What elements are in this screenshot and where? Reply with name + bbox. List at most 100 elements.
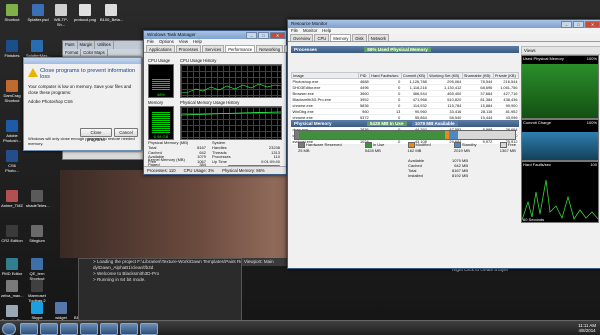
shortcut-icon [105,4,117,16]
desktop-icon[interactable]: CR2 Edition [1,225,23,243]
cpu-usage-fill [152,79,170,91]
shortcut-icon [31,302,43,314]
start-button[interactable] [2,323,16,335]
desktop-icon-label: shadeTeles... [26,203,50,208]
legend-name: In Use [372,142,385,148]
tab-memory[interactable]: Memory [330,34,352,41]
graph-value: 100 [590,162,597,167]
taskbar-button[interactable] [60,323,78,335]
shortcut-icon [31,280,43,292]
column-header[interactable]: Shareable (KB) [461,72,494,79]
dialog-program: Adobe Photoshop CS6 [28,99,73,104]
taskbar-button[interactable] [100,323,118,335]
views-header[interactable]: Views [521,46,600,55]
taskbar-button[interactable] [140,323,158,335]
warning-icon [28,68,38,77]
taskbar-button[interactable] [80,323,98,335]
legend-value: 2019 MB [453,148,470,153]
taskbar-button[interactable] [40,323,58,335]
tab-services[interactable]: Services [202,45,225,52]
tab-network[interactable]: Network [367,34,389,41]
shortcut-icon [6,225,18,237]
desktop-icon[interactable]: Adobe Photosh... [1,120,23,143]
desktop-icon[interactable]: SplatterMas... [26,40,51,58]
legend-item: Standby 2019 MB [453,142,477,153]
desktop-icon[interactable]: Stinglum [26,225,48,243]
tab-disk[interactable]: Disk [352,34,367,41]
legend-item: Hardware Reserved 25 MB [298,142,342,153]
minimize-button[interactable]: – [246,32,257,39]
status-cpu: CPU Usage: 3% [183,168,215,173]
desktop-icon[interactable]: QE_tern Shortcut [26,258,48,281]
tab-paint[interactable]: Paint [63,41,78,49]
memory-meter: 6.58 GB [148,106,174,140]
taskbar-button[interactable] [120,323,138,335]
task-manager-window: Windows Task Manager – □ ✕ File Options … [143,30,302,175]
tab-margin[interactable]: Margin [78,41,96,49]
desktop-icon[interactable]: PMD Editor [1,258,23,276]
physical-memory-section-header[interactable]: Physical Memory 5428 MB In Use 1079 MB A… [291,120,519,127]
tab-applications[interactable]: Applications [146,45,175,52]
graph-value: 100% [586,56,597,61]
tab-overview[interactable]: Overview [290,34,314,41]
dialog-heading: Close programs to prevent information lo… [24,64,141,82]
shortcut-icon [55,4,67,16]
desktop-icon[interactable]: Skype [26,302,48,320]
shortcut-icon [79,4,91,16]
desktop-icon[interactable]: DamCrag Shortcut [1,80,23,103]
tab-utilities[interactable]: Utilities [95,41,114,49]
system-clock[interactable]: 11:11 AM 4/8/2014 [578,323,596,333]
low-memory-dialog: Close programs to prevent information lo… [23,57,142,151]
desktop-icon[interactable]: CS6 Photo... [1,150,23,173]
shortcut-icon [31,190,43,202]
shortcut-icon [31,225,43,237]
resource-monitor-titlebar[interactable]: Resource Monitor – □ ✕ [288,20,600,28]
close-button[interactable]: ✕ [270,32,285,39]
desktop-icon[interactable]: Anime_TMZ [1,190,23,208]
desktop-icon[interactable]: widget [50,302,72,320]
cpu-usage-value: 48% [156,92,165,97]
desktop-icon[interactable]: Splatter.psd [27,4,49,22]
graph-footer: 60 Seconds [523,217,545,222]
desktop-icon[interactable]: Shortcut [1,4,23,22]
desktop-icon[interactable]: Marmoset Toolbag 2 [26,280,48,303]
desktop-icon[interactable]: Finishes [1,40,23,58]
tab-processes[interactable]: Processes [175,45,202,52]
graph-value: 100% [586,120,597,125]
desktop-icon[interactable]: zelva_max... [1,280,23,298]
legend-name: Standby [461,142,477,148]
graph-fill [522,64,598,118]
shortcut-icon [6,120,18,132]
column-header[interactable]: Private (KB) [492,72,520,79]
maximize-button[interactable]: □ [573,21,584,28]
task-manager-titlebar[interactable]: Windows Task Manager – □ ✕ [144,31,286,39]
tab-cpu[interactable]: CPU [314,34,330,41]
cpu-usage-meter: 48% [148,64,174,98]
legend-item: Modified 162 MB [407,142,431,153]
graph-title: Commit Charge [523,120,552,125]
used-physical-memory-graph: Used Physical Memory 100% [521,55,599,119]
maximize-button[interactable]: □ [258,32,269,39]
tab-format[interactable]: Format [63,49,82,56]
desktop-icon[interactable]: protocol.png [74,4,96,22]
memory-bar-segment [299,131,445,139]
minimize-button[interactable]: – [561,21,572,28]
total-value: 8192 MB [451,173,468,178]
tab-performance[interactable]: Performance [225,45,256,52]
tab-color-maps[interactable]: Color Maps [81,49,108,56]
taskbar-button[interactable] [20,323,38,335]
desktop-icon-label: Splatter.psd [27,17,49,22]
desktop-icon-label: B100_Beta... [100,17,124,22]
memory-bar-segment [457,131,487,139]
tab-networking[interactable]: Networking [256,45,284,52]
close-button[interactable]: ✕ [585,21,600,28]
desktop-icon[interactable]: shadeTeles... [26,190,50,208]
column-header[interactable]: Hard Faults/sec [369,72,402,79]
desktop-icon[interactable]: B100_Beta... [100,4,124,22]
column-header[interactable]: Working Set (KB) [427,72,463,79]
shortcut-icon [6,80,18,92]
task-manager-statusbar: Processes: 110 CPU Usage: 3% Physical Me… [144,166,286,174]
column-header[interactable]: Commit (KB) [400,72,429,79]
processes-section-header[interactable]: Processes 86% Used Physical Memory [291,46,519,53]
desktop-icon[interactable]: WB-TP-Sh... [50,4,72,27]
